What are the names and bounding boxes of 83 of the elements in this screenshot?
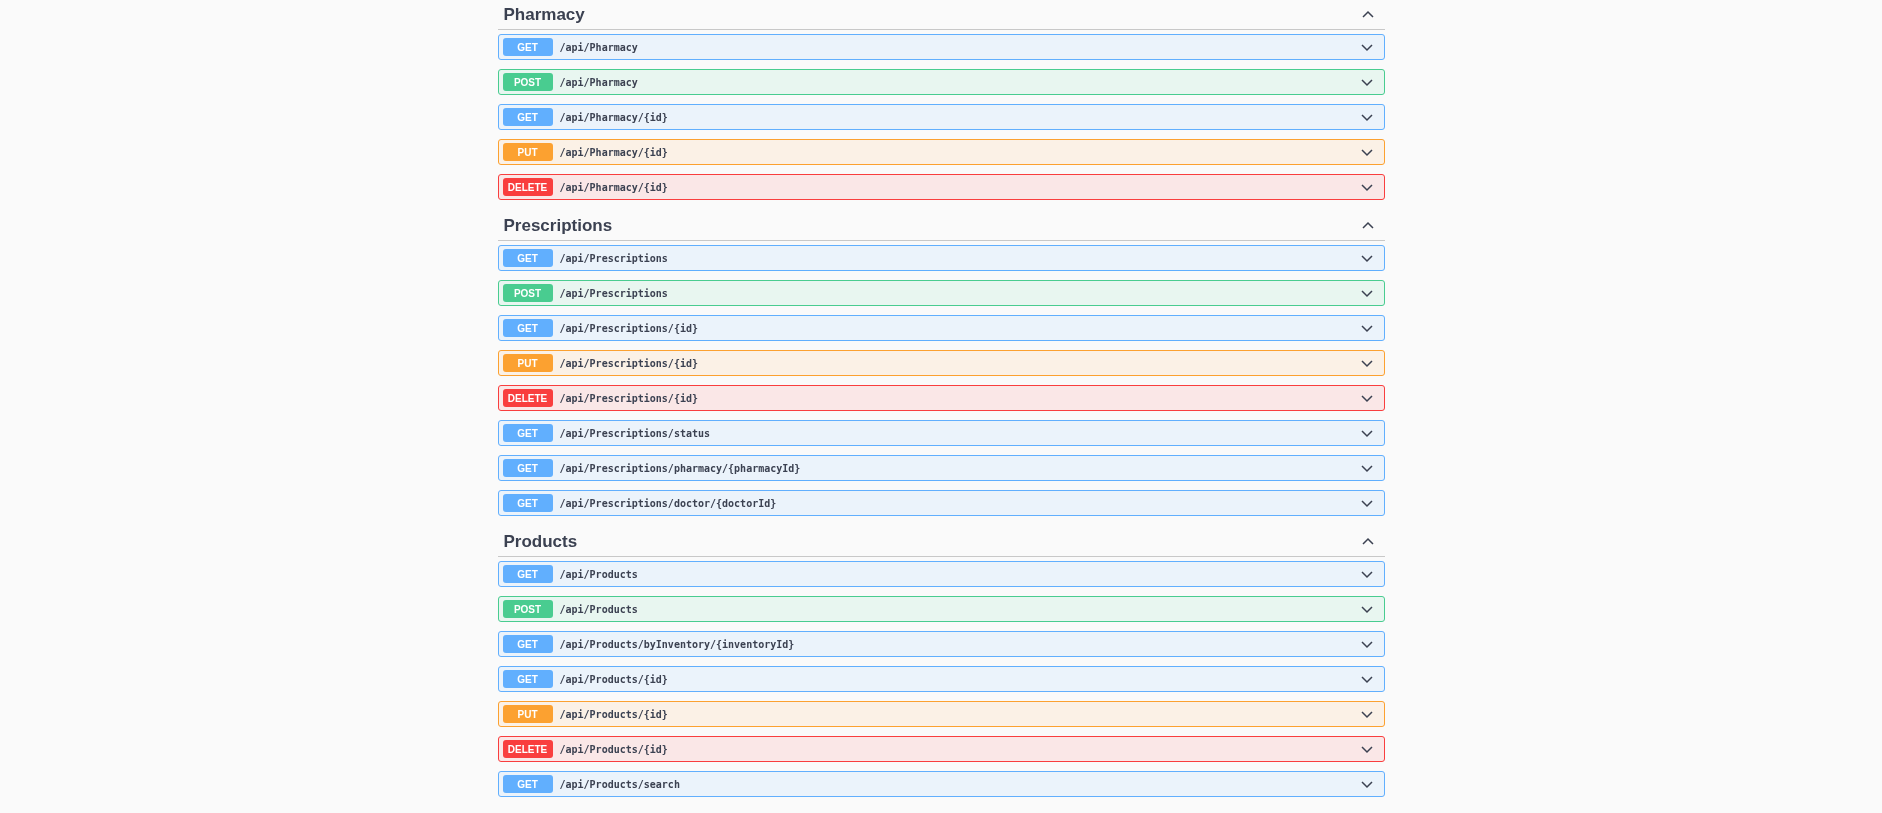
endpoint-path: /api/Pharmacy/{id} xyxy=(559,110,669,125)
endpoint-path: /api/Prescriptions/{id} xyxy=(559,391,699,406)
endpoint-row[interactable]: PUT /api/Prescriptions/{id} xyxy=(497,350,1385,376)
endpoint-path: /api/Pharmacy xyxy=(559,75,639,90)
method-badge: GET xyxy=(502,775,553,793)
endpoint-path: /api/Pharmacy xyxy=(559,40,639,55)
method-badge: GET xyxy=(502,670,553,688)
section-title[interactable]: Products xyxy=(503,528,578,555)
endpoint-row[interactable]: GET /api/Prescriptions/pharmacy/{pharmacyId} xyxy=(497,455,1385,481)
chevron-down-icon[interactable] xyxy=(1359,41,1374,53)
method-badge: GET xyxy=(502,38,553,56)
method-badge: DELETE xyxy=(502,740,553,758)
endpoint-row[interactable]: GET /api/Products/byInventory/{inventoryId} xyxy=(497,631,1385,657)
method-badge: DELETE xyxy=(502,178,553,196)
chevron-down-icon[interactable] xyxy=(1359,497,1374,509)
endpoint-row[interactable]: PUT /api/Products/{id} xyxy=(497,701,1385,727)
endpoint-path: /api/Prescriptions/{id} xyxy=(559,321,699,336)
section-title[interactable]: Prescriptions xyxy=(503,212,613,239)
endpoint-path: /api/Pharmacy/{id} xyxy=(559,180,669,195)
method-badge: POST xyxy=(502,73,553,91)
endpoint-path: /api/Prescriptions xyxy=(559,286,669,301)
endpoint-path: /api/Prescriptions xyxy=(559,251,669,266)
chevron-down-icon[interactable] xyxy=(1359,743,1374,755)
endpoint-row[interactable]: GET /api/Pharmacy xyxy=(497,34,1385,60)
method-badge: GET xyxy=(502,565,553,583)
method-badge: PUT xyxy=(502,705,553,723)
chevron-down-icon[interactable] xyxy=(1359,357,1374,369)
method-badge: POST xyxy=(502,284,553,302)
endpoint-row[interactable]: GET /api/Prescriptions/doctor/{doctorId} xyxy=(497,490,1385,516)
chevron-down-icon[interactable] xyxy=(1359,638,1374,650)
method-badge: DELETE xyxy=(502,389,553,407)
chevron-down-icon[interactable] xyxy=(1359,427,1374,439)
endpoint-row[interactable]: POST /api/Prescriptions xyxy=(497,280,1385,306)
endpoint-row[interactable]: DELETE /api/Prescriptions/{id} xyxy=(497,385,1385,411)
endpoint-path: /api/Products xyxy=(559,567,639,582)
chevron-down-icon[interactable] xyxy=(1359,778,1374,790)
chevron-down-icon[interactable] xyxy=(1359,673,1374,685)
endpoint-path: /api/Products/search xyxy=(559,777,681,792)
endpoint-path: /api/Prescriptions/doctor/{doctorId} xyxy=(559,496,778,511)
method-badge: GET xyxy=(502,249,553,267)
method-badge: GET xyxy=(502,424,553,442)
endpoint-row[interactable]: GET /api/Products/search xyxy=(497,771,1385,797)
chevron-down-icon[interactable] xyxy=(1359,252,1374,264)
endpoint-path: /api/Products/{id} xyxy=(559,707,669,722)
method-badge: POST xyxy=(502,600,553,618)
endpoint-row[interactable]: DELETE /api/Products/{id} xyxy=(497,736,1385,762)
chevron-down-icon[interactable] xyxy=(1359,392,1374,404)
method-badge: GET xyxy=(502,319,553,337)
endpoint-path: /api/Pharmacy/{id} xyxy=(559,145,669,160)
chevron-down-icon[interactable] xyxy=(1359,708,1374,720)
endpoint-path: /api/Prescriptions/pharmacy/{pharmacyId} xyxy=(559,461,802,476)
chevron-down-icon[interactable] xyxy=(1359,76,1374,88)
chevron-down-icon[interactable] xyxy=(1359,568,1374,580)
endpoint-row[interactable]: GET /api/Products/{id} xyxy=(497,666,1385,692)
endpoint-path: /api/Products xyxy=(559,602,639,617)
endpoint-path: /api/Prescriptions/{id} xyxy=(559,356,699,371)
method-badge: GET xyxy=(502,494,553,512)
method-badge: PUT xyxy=(502,354,553,372)
chevron-down-icon[interactable] xyxy=(1359,603,1374,615)
chevron-down-icon[interactable] xyxy=(1359,181,1374,193)
method-badge: GET xyxy=(502,635,553,653)
endpoint-path: /api/Products/{id} xyxy=(559,742,669,757)
endpoint-path: /api/Prescriptions/status xyxy=(559,426,711,441)
endpoint-path: /api/Products/{id} xyxy=(559,672,669,687)
chevron-down-icon[interactable] xyxy=(1359,287,1374,299)
endpoint-row[interactable]: DELETE /api/Pharmacy/{id} xyxy=(497,174,1385,200)
endpoint-path: /api/Products/byInventory/{inventoryId} xyxy=(559,637,796,652)
endpoint-row[interactable]: POST /api/Pharmacy xyxy=(497,69,1385,95)
method-badge: GET xyxy=(502,108,553,126)
method-badge: PUT xyxy=(502,143,553,161)
endpoint-row[interactable]: GET /api/Products xyxy=(497,561,1385,587)
chevron-down-icon[interactable] xyxy=(1359,462,1374,474)
chevron-down-icon[interactable] xyxy=(1359,111,1374,123)
endpoint-row[interactable]: GET /api/Prescriptions xyxy=(497,245,1385,271)
endpoint-row[interactable]: POST /api/Products xyxy=(497,596,1385,622)
chevron-down-icon[interactable] xyxy=(1359,322,1374,334)
endpoint-row[interactable]: GET /api/Prescriptions/{id} xyxy=(497,315,1385,341)
endpoint-row[interactable]: GET /api/Prescriptions/status xyxy=(497,420,1385,446)
chevron-down-icon[interactable] xyxy=(1359,146,1374,158)
method-badge: GET xyxy=(502,459,553,477)
section-title[interactable]: Pharmacy xyxy=(503,1,585,28)
endpoint-row[interactable]: PUT /api/Pharmacy/{id} xyxy=(497,139,1385,165)
endpoint-row[interactable]: GET /api/Pharmacy/{id} xyxy=(497,104,1385,130)
